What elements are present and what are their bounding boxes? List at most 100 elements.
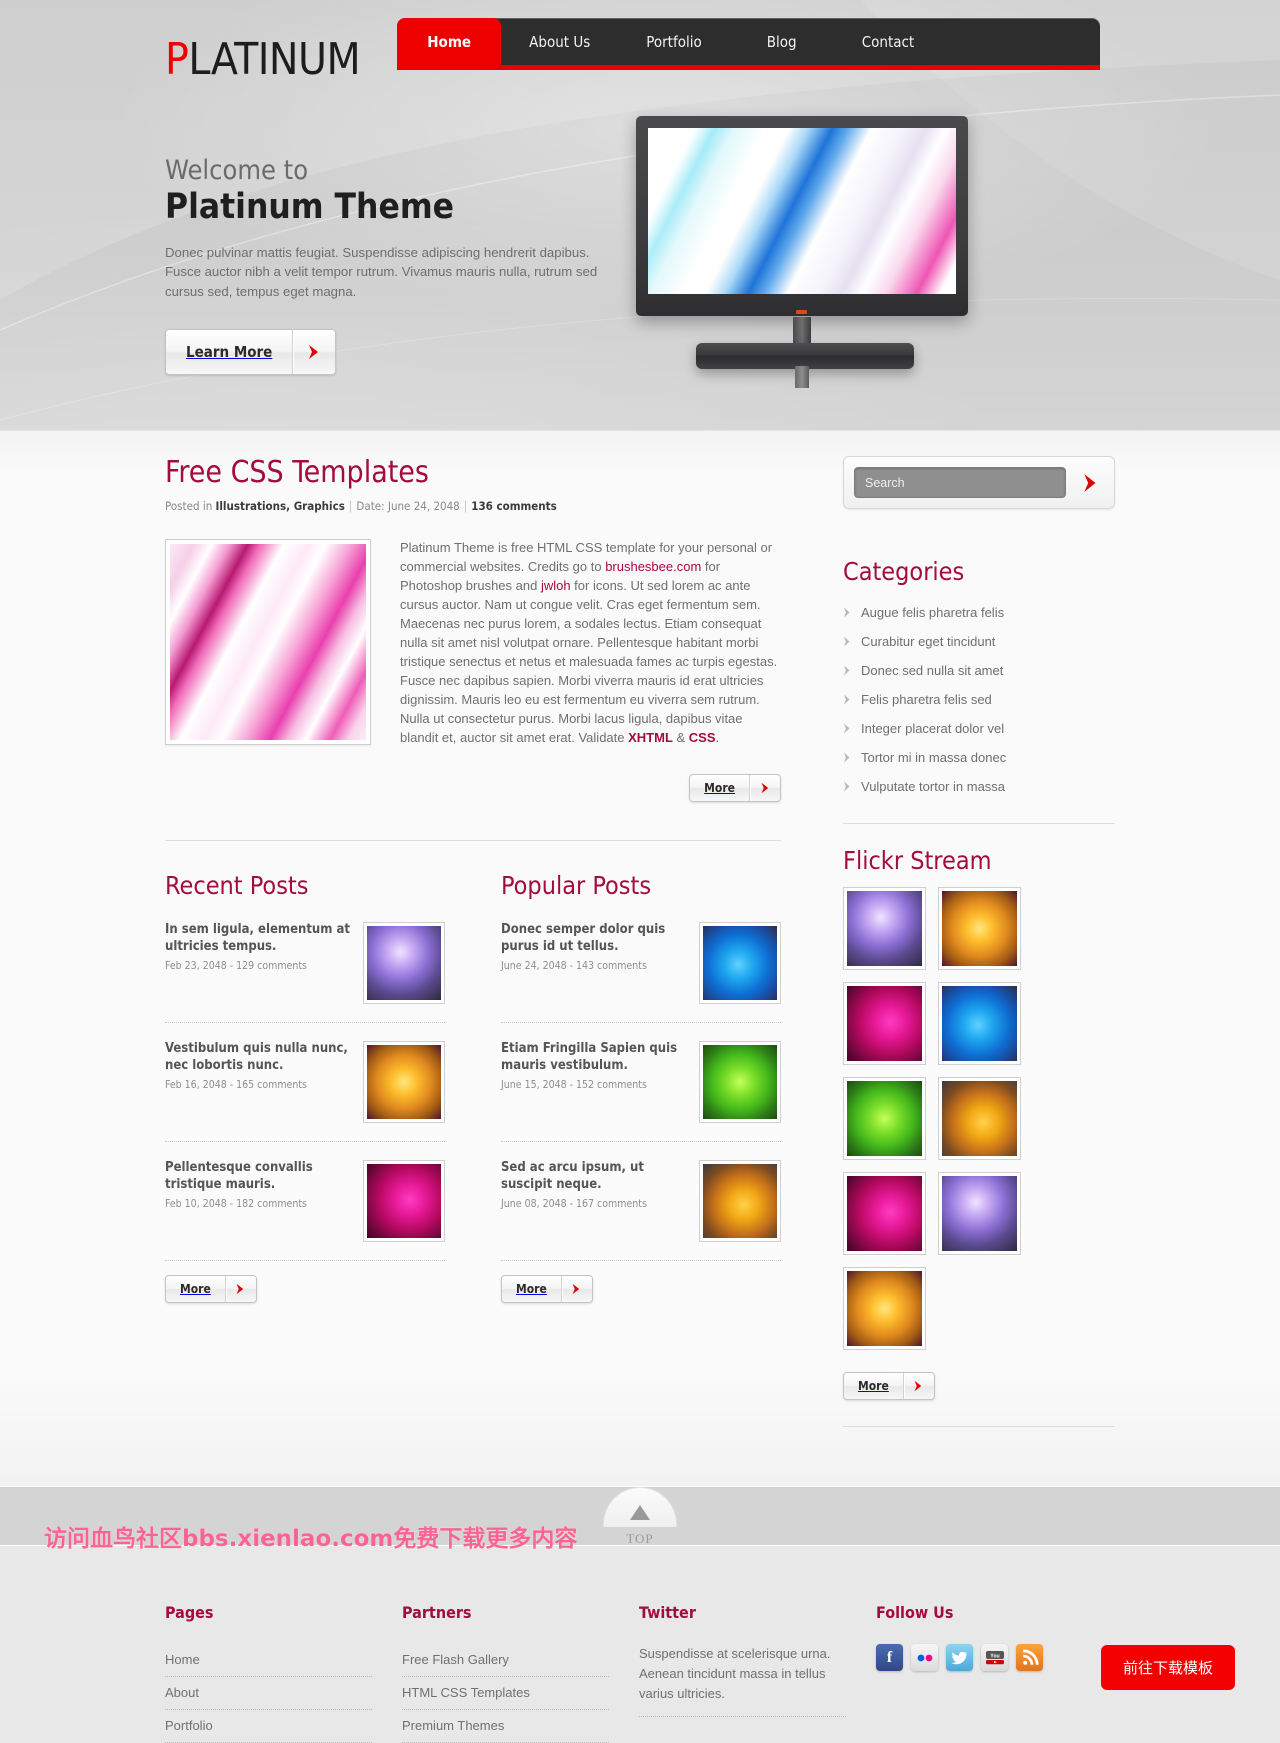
post-item-meta: Feb 10, 2048 - 182 comments (165, 1198, 307, 1211)
post-text-part-4: & (672, 729, 689, 745)
site-logo[interactable]: PLATINUM (165, 0, 361, 85)
list-item[interactable]: Pellentesque convallis tristique mauris.… (165, 1140, 445, 1260)
list-item[interactable]: Portfolio (165, 1710, 372, 1743)
flickr-thumbnail[interactable] (843, 887, 926, 970)
monitor-frame (636, 116, 969, 316)
flickr-thumbnail[interactable] (843, 1077, 926, 1160)
list-item[interactable]: Sed ac arcu ipsum, ut suscipit neque. Ju… (501, 1140, 781, 1260)
flickr-thumbnail[interactable] (843, 982, 926, 1065)
category-link[interactable]: Curabitur eget tincidunt (861, 634, 995, 649)
footer-link-html-css-templates[interactable]: HTML CSS Templates (402, 1677, 609, 1709)
footer-column-twitter: Twitter Suspendisse at scelerisque urna.… (639, 1603, 876, 1743)
rss-icon[interactable] (1016, 1644, 1043, 1671)
footer-link-home[interactable]: Home (165, 1644, 372, 1676)
logo-initial: P (165, 34, 189, 85)
popular-posts-more-button[interactable]: More (501, 1274, 593, 1303)
link-css[interactable]: CSS (689, 730, 716, 745)
list-item[interactable]: In sem ligula, elementum at ultricies te… (165, 914, 445, 1022)
sidebar: Categories Augue felis pharetra felis Cu… (843, 456, 1115, 1427)
category-link[interactable]: Integer placerat dolor vel (861, 721, 1004, 736)
category-link[interactable]: Donec sed nulla sit amet (861, 663, 1003, 678)
list-item[interactable]: Donec sed nulla sit amet (843, 656, 1115, 685)
nav-item-about-us[interactable]: About Us (501, 18, 618, 65)
flickr-thumbnail[interactable] (843, 1267, 926, 1350)
hero-monitor-illustration (636, 110, 1115, 430)
footer-column-follow: Follow Us f You (876, 1603, 1113, 1743)
link-brushesbee[interactable]: brushesbee.com (605, 559, 701, 574)
search-submit-icon[interactable] (1078, 473, 1104, 493)
post-featured-image[interactable] (165, 539, 371, 745)
hero-subtitle: Welcome to (165, 155, 309, 186)
footer-twitter-text: Suspendisse at scelerisque urna. Aenean … (639, 1644, 846, 1718)
post-meta-categories[interactable]: Illustrations, Graphics (216, 499, 345, 513)
hero-text-block: Welcome to Platinum Theme Donec pulvinar… (165, 110, 634, 430)
post-item-title: Vestibulum quis nulla nunc, nec lobortis… (165, 1040, 348, 1073)
category-link[interactable]: Felis pharetra felis sed (861, 692, 992, 707)
flickr-thumbnail[interactable] (938, 887, 1021, 970)
post-item-thumbnail[interactable] (363, 1040, 445, 1123)
footer-link-free-flash-gallery[interactable]: Free Flash Gallery (402, 1644, 609, 1676)
post-meta-date: Date: June 24, 2048 (356, 499, 460, 513)
link-jwloh[interactable]: jwloh (541, 578, 571, 593)
list-item[interactable]: Tortor mi in massa donec (843, 743, 1115, 772)
footer-link-about[interactable]: About (165, 1677, 372, 1709)
category-link[interactable]: Augue felis pharetra felis (861, 605, 1004, 620)
list-item[interactable]: Felis pharetra felis sed (843, 685, 1115, 714)
post-more-button[interactable]: More (689, 773, 781, 802)
category-link[interactable]: Vulputate tortor in massa (861, 779, 1005, 794)
monitor-screen-artwork (648, 128, 957, 294)
category-link[interactable]: Tortor mi in massa donec (861, 750, 1006, 765)
post-item-thumbnail[interactable] (699, 921, 781, 1004)
list-item[interactable]: Donec semper dolor quis purus id ut tell… (501, 914, 781, 1022)
chevron-right-icon (293, 329, 335, 374)
recent-posts-section: Recent Posts In sem ligula, elementum at… (165, 871, 445, 1303)
nav-item-blog[interactable]: Blog (730, 18, 834, 65)
footer-link-premium-themes[interactable]: Premium Themes (402, 1710, 609, 1742)
nav-item-contact[interactable]: Contact (834, 18, 943, 65)
post-item-title: Pellentesque convallis tristique mauris. (165, 1159, 313, 1192)
list-item[interactable]: Etiam Fringilla Sapien quis mauris vesti… (501, 1021, 781, 1141)
learn-more-button[interactable]: Learn More (165, 328, 337, 375)
recent-posts-more-button[interactable]: More (165, 1274, 257, 1303)
content-panel: Free CSS Templates Posted in Illustratio… (0, 430, 1280, 1487)
flickr-thumbnail[interactable] (938, 1077, 1021, 1160)
footer-link-portfolio[interactable]: Portfolio (165, 1710, 372, 1742)
list-item[interactable]: HTML CSS Templates (402, 1677, 609, 1710)
list-item[interactable]: Premium Themes (402, 1710, 609, 1743)
sidebar-divider-2 (843, 1426, 1115, 1427)
facebook-icon[interactable]: f (876, 1644, 903, 1671)
chevron-right-icon (844, 781, 850, 792)
list-item[interactable]: Home (165, 1644, 372, 1677)
list-item[interactable]: Free Flash Gallery (402, 1644, 609, 1677)
list-item[interactable]: Augue felis pharetra felis (843, 598, 1115, 627)
youtube-icon[interactable]: You (981, 1644, 1008, 1671)
post-item-thumbnail[interactable] (699, 1040, 781, 1123)
post-item-thumbnail[interactable] (363, 921, 445, 1004)
search-input[interactable] (854, 467, 1066, 498)
list-item[interactable]: Integer placerat dolor vel (843, 714, 1115, 743)
nav-item-portfolio[interactable]: Portfolio (618, 18, 729, 65)
download-template-button[interactable]: 前往下载模板 (1100, 1645, 1235, 1690)
list-item[interactable]: About (165, 1677, 372, 1710)
flickr-thumbnail[interactable] (843, 1172, 926, 1255)
flickr-thumbnail[interactable] (938, 1172, 1021, 1255)
list-item[interactable]: Curabitur eget tincidunt (843, 627, 1115, 656)
flickr-icon[interactable] (911, 1644, 938, 1671)
list-item[interactable]: Vulputate tortor in massa (843, 772, 1115, 801)
link-xhtml[interactable]: XHTML (628, 730, 673, 745)
post-title[interactable]: Free CSS Templates (165, 456, 781, 489)
flickr-more-button[interactable]: More (843, 1372, 935, 1400)
flickr-thumbnail[interactable] (938, 982, 1021, 1065)
twitter-icon[interactable] (946, 1644, 973, 1671)
chevron-right-icon (844, 694, 850, 705)
chevron-right-icon (844, 607, 850, 618)
post-item-thumbnail[interactable] (699, 1159, 781, 1242)
nav-item-home[interactable]: Home (397, 18, 502, 65)
post-item-thumbnail[interactable] (363, 1159, 445, 1242)
chevron-right-icon (844, 723, 850, 734)
footer-column-pages: Pages Home About Portfolio (165, 1603, 402, 1743)
list-item[interactable]: Vestibulum quis nulla nunc, nec lobortis… (165, 1021, 445, 1141)
chevron-right-icon (844, 752, 850, 763)
post-meta-comments[interactable]: 136 comments (471, 499, 557, 513)
post-item-title: Sed ac arcu ipsum, ut suscipit neque. (501, 1159, 644, 1192)
